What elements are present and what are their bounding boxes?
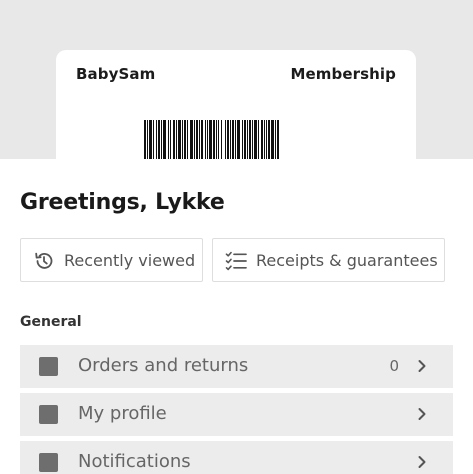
- barcode-bar: [254, 120, 257, 159]
- barcode-bar: [252, 120, 253, 159]
- barcode-bar: [227, 120, 229, 159]
- barcode-bar: [209, 120, 212, 159]
- barcode-bar: [244, 120, 246, 159]
- greeting-title: Greetings, Lykke: [20, 190, 225, 215]
- membership-card[interactable]: BabySam Membership: [56, 50, 416, 162]
- barcode-bar: [173, 120, 175, 159]
- barcode-bar: [277, 120, 279, 159]
- barcode-bar: [187, 120, 188, 159]
- barcode-bar: [182, 120, 183, 159]
- menu-item-label: Notifications: [78, 451, 191, 472]
- barcode-bar: [149, 120, 152, 159]
- recently-viewed-button[interactable]: Recently viewed: [20, 238, 203, 282]
- card-brand-name: BabySam: [76, 65, 156, 83]
- history-icon: [35, 252, 53, 269]
- chevron-right-icon: [418, 408, 426, 420]
- barcode-bar: [205, 120, 206, 159]
- barcode-bar: [207, 120, 208, 159]
- barcode-bar: [201, 120, 203, 159]
- barcode-bar: [184, 120, 186, 159]
- barcode-bar: [170, 120, 171, 159]
- barcode-bar: [235, 120, 236, 159]
- barcode-bar: [271, 120, 274, 159]
- barcode-bar: [264, 120, 265, 159]
- menu-item-label: Orders and returns: [78, 355, 249, 376]
- checklist-icon: [225, 251, 247, 271]
- receipts-guarantees-button[interactable]: Receipts & guarantees: [212, 238, 445, 282]
- barcode-bar: [176, 120, 177, 159]
- menu-item-label: My profile: [78, 403, 167, 424]
- barcode-bar: [178, 120, 181, 159]
- barcode-bar: [163, 120, 166, 159]
- menu-item-notifications[interactable]: Notifications: [20, 441, 453, 474]
- barcode-bar: [218, 120, 219, 159]
- barcode-bar: [230, 120, 231, 159]
- barcode-bar: [213, 120, 215, 159]
- barcode-bar: [275, 120, 276, 159]
- barcode-bar: [147, 120, 148, 159]
- barcode-bar: [261, 120, 263, 159]
- menu-item-orders-returns[interactable]: Orders and returns 0: [20, 345, 453, 388]
- barcode-bar: [249, 120, 251, 159]
- recently-viewed-label: Recently viewed: [64, 251, 196, 270]
- chevron-right-icon: [418, 456, 426, 468]
- barcode-bar: [266, 120, 267, 159]
- section-title-general: General: [20, 314, 82, 330]
- square-icon: [39, 405, 58, 424]
- barcode-bar: [268, 120, 270, 159]
- barcode-bar: [216, 120, 217, 159]
- square-icon: [39, 357, 58, 376]
- menu-item-my-profile[interactable]: My profile: [20, 393, 453, 436]
- barcode-image: [144, 120, 279, 159]
- card-type-label: Membership: [290, 65, 396, 83]
- barcode-bar: [242, 120, 243, 159]
- barcode-bar: [161, 120, 162, 159]
- barcode-bar: [237, 120, 240, 159]
- barcode-bar: [196, 120, 198, 159]
- barcode-bar: [168, 120, 169, 159]
- barcode-bar: [190, 120, 193, 159]
- barcode-bar: [225, 120, 226, 159]
- barcode-bar: [221, 120, 222, 159]
- barcode-bar: [247, 120, 248, 159]
- receipts-guarantees-label: Receipts & guarantees: [256, 251, 438, 270]
- barcode-bar: [258, 120, 259, 159]
- barcode-bar: [144, 120, 146, 159]
- barcode-bar: [158, 120, 160, 159]
- barcode-bar: [156, 120, 157, 159]
- square-icon: [39, 453, 58, 472]
- order-count-badge: 0: [389, 357, 399, 375]
- chevron-right-icon: [418, 360, 426, 372]
- barcode-bar: [232, 120, 234, 159]
- barcode-bar: [199, 120, 200, 159]
- barcode-bar: [153, 120, 154, 159]
- barcode-bar: [194, 120, 195, 159]
